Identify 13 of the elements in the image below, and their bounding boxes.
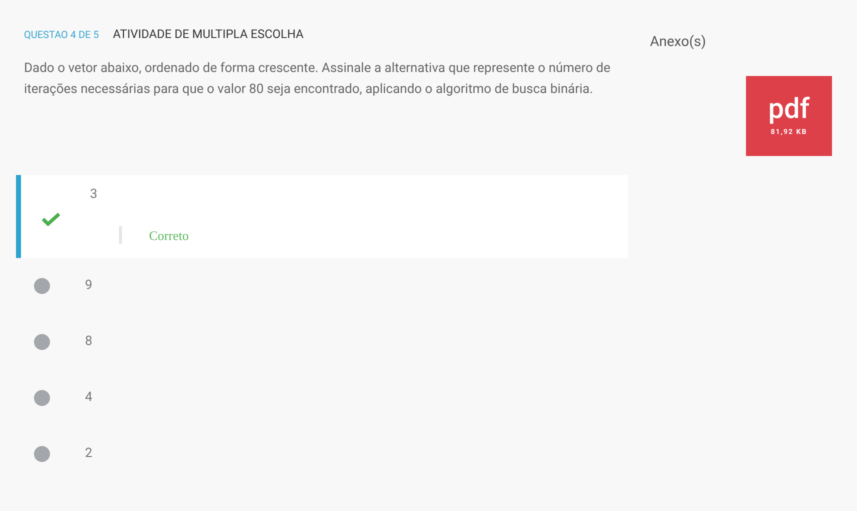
question-text: Dado o vetor abaixo, ordenado de forma crescente. Assinale a alternativa que represente o número de iterações necessárias para que o valor 80 seja encontrado, aplicando o algoritmo de busca binária. [23,60,612,99]
option-label: 9 [85,277,92,296]
attachments-title: Anexo(s) [650,33,707,52]
option-label: 3 [90,186,98,204]
file-type: pdf [768,94,810,124]
activity-type: ATIVIDADE DE MULTIPLA ESCOLHA [112,26,304,43]
question-counter: QUESTAO 4 DE 5 [24,29,99,43]
feedback-text: Correto [149,226,189,244]
answer-option[interactable]: 3 Correto [16,175,628,258]
check-icon [42,212,60,226]
option-label: 4 [85,389,92,408]
option-label: 2 [85,445,92,464]
option-label: 8 [85,333,92,352]
